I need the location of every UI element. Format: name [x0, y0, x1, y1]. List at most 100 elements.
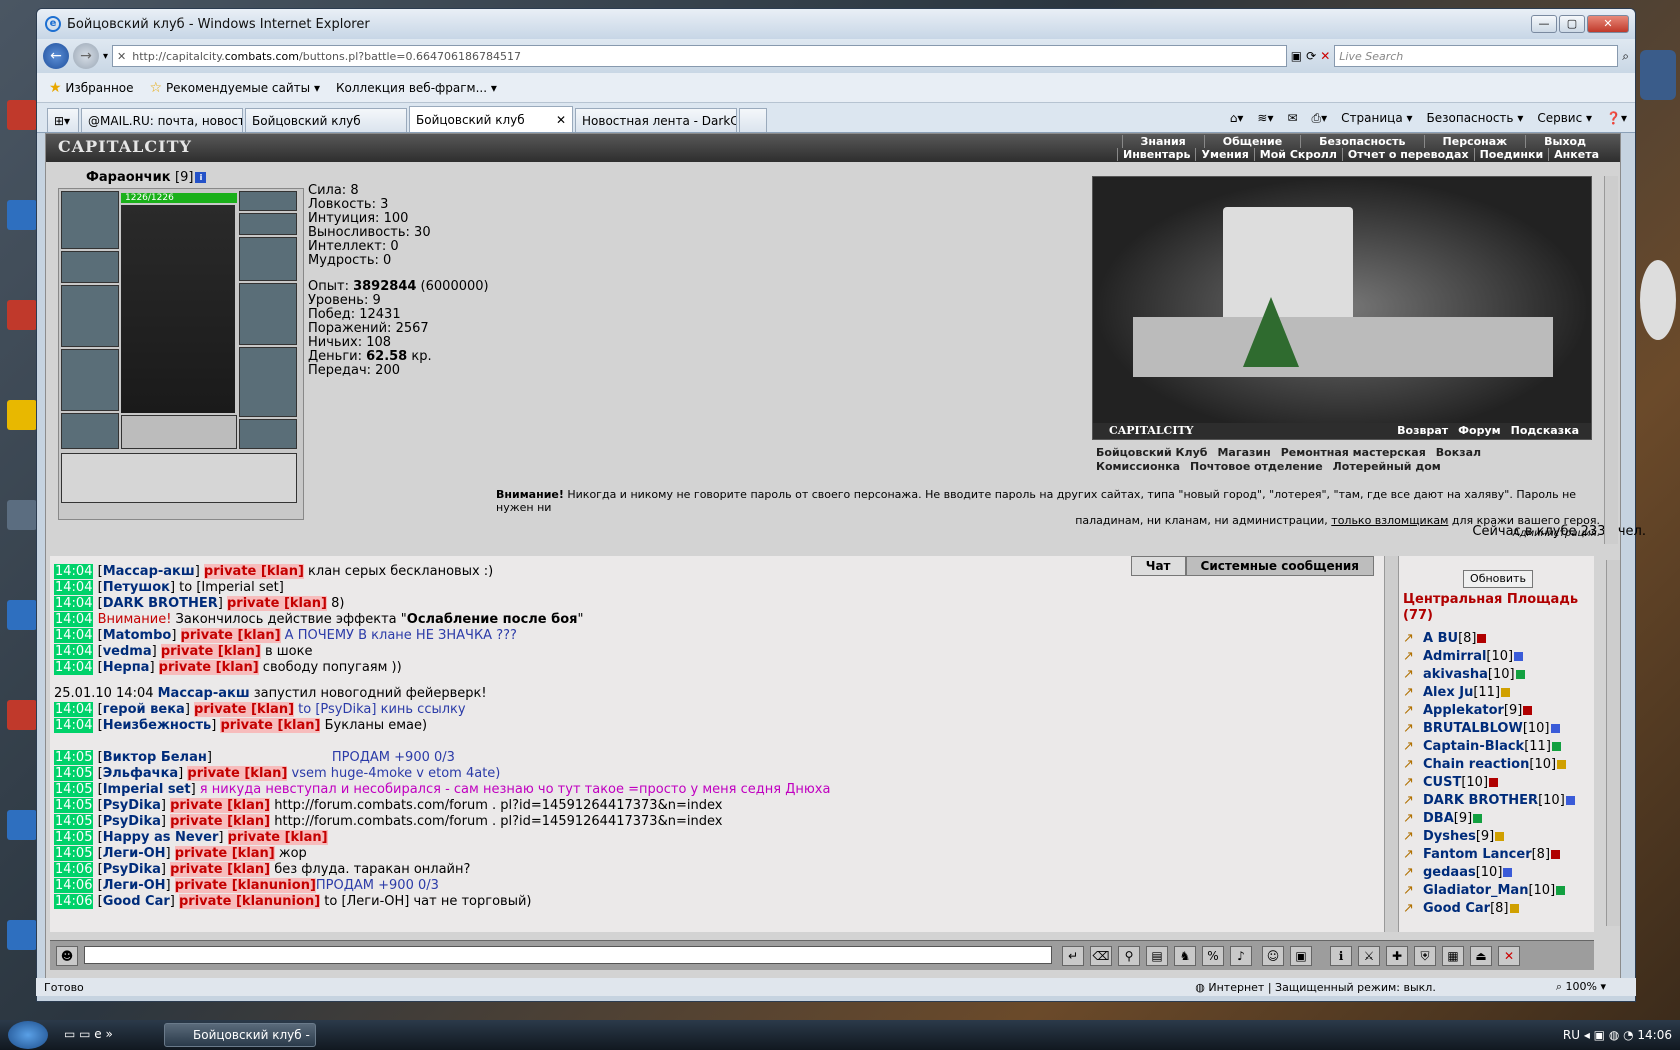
stop-icon[interactable]: ✕: [1320, 49, 1330, 63]
private-arrow-icon[interactable]: ↗: [1403, 702, 1423, 720]
chat-time[interactable]: 14:04: [54, 660, 94, 675]
close-button[interactable]: ✕: [1587, 15, 1629, 33]
earrings-slot[interactable]: [239, 191, 297, 211]
back-button[interactable]: ←: [43, 43, 69, 69]
history-dropdown-icon[interactable]: ▾: [103, 51, 108, 62]
private-tag[interactable]: private [klan]: [226, 596, 327, 611]
chat-nick[interactable]: PsyDika: [103, 814, 161, 829]
clan-badge-icon[interactable]: [1501, 688, 1511, 697]
view-hint-link[interactable]: Подсказка: [1511, 424, 1579, 437]
view-forum-link[interactable]: Форум: [1458, 424, 1501, 437]
user-name[interactable]: Fantom Lancer: [1423, 847, 1532, 862]
view-back-link[interactable]: Возврат: [1397, 424, 1448, 437]
tab-system-messages[interactable]: Системные сообщения: [1185, 556, 1374, 576]
pocket-slots[interactable]: [121, 415, 237, 449]
nav-exit[interactable]: Выход: [1525, 135, 1604, 148]
maximize-button[interactable]: ▢: [1559, 15, 1585, 33]
legs-slot[interactable]: [239, 347, 297, 417]
clock-gadget[interactable]: [1640, 260, 1676, 340]
christmas-tree[interactable]: [1243, 297, 1299, 367]
user-name[interactable]: Applekator: [1423, 703, 1504, 718]
url-field[interactable]: ✕ http://capitalcity. combats.com/buttons…: [112, 45, 1287, 67]
chat-nick[interactable]: DARK BROTHER: [103, 596, 218, 611]
nav-fights[interactable]: Поединки: [1473, 148, 1549, 161]
security-menu[interactable]: Безопасность ▾: [1427, 111, 1524, 125]
nav-communication[interactable]: Общение: [1203, 135, 1300, 148]
private-arrow-icon[interactable]: ↗: [1403, 684, 1423, 702]
weather-gadget[interactable]: [1640, 50, 1676, 100]
chat-mode-icon[interactable]: ▣: [1290, 946, 1312, 966]
city-view[interactable]: CAPITALCITY Возврат Форум Подсказка: [1092, 176, 1592, 440]
nav-knowledge[interactable]: Знания: [1121, 135, 1204, 148]
place-station[interactable]: Вокзал: [1436, 446, 1481, 459]
close-chat-icon[interactable]: ✕: [1498, 946, 1520, 966]
user-name[interactable]: DARK BROTHER: [1423, 793, 1538, 808]
helmet-slot[interactable]: [61, 191, 119, 249]
private-arrow-icon[interactable]: ↗: [1403, 720, 1423, 738]
fighter-icon[interactable]: ♞: [1174, 946, 1196, 966]
chat-nick[interactable]: Леги-ОН: [103, 846, 166, 861]
place-repair[interactable]: Ремонтная мастерская: [1281, 446, 1426, 459]
gloves-slot[interactable]: [239, 237, 297, 281]
boots-slot[interactable]: [239, 419, 297, 449]
private-tag[interactable]: private [klan]: [227, 830, 328, 845]
desktop-icon[interactable]: [4, 300, 40, 332]
chat-time[interactable]: 14:05: [54, 846, 94, 861]
clan-badge-icon[interactable]: [1565, 796, 1575, 805]
private-arrow-icon[interactable]: ↗: [1403, 630, 1423, 648]
chat-nick[interactable]: Нерпа: [103, 660, 150, 675]
user-name[interactable]: Good Car: [1423, 901, 1490, 916]
clan-badge-icon[interactable]: [1556, 886, 1566, 895]
inventory-action-icon[interactable]: ▦: [1442, 946, 1464, 966]
private-tag[interactable]: private [klan]: [170, 814, 271, 829]
desktop-icon[interactable]: [4, 100, 40, 132]
chat-nick[interactable]: Good Car: [103, 894, 170, 909]
private-tag[interactable]: private [klan]: [160, 644, 261, 659]
quick-launch-icons[interactable]: ▭ ▭ e »: [64, 1027, 113, 1041]
private-tag[interactable]: private [klan]: [174, 846, 275, 861]
search-icon[interactable]: ⌕: [1622, 49, 1629, 64]
user-name[interactable]: Captain-Black: [1423, 739, 1524, 754]
bracers-slot[interactable]: [61, 251, 119, 283]
warning-link[interactable]: только взломщикам: [1331, 514, 1448, 527]
desktop-icon[interactable]: [4, 810, 40, 842]
character-image[interactable]: [121, 205, 235, 413]
chat-time[interactable]: 14:04: [54, 612, 94, 627]
nav-character[interactable]: Персонаж: [1423, 135, 1526, 148]
private-arrow-icon[interactable]: ↗: [1403, 792, 1423, 810]
chat-nick[interactable]: Imperial set: [103, 782, 191, 797]
place-post[interactable]: Почтовое отделение: [1190, 460, 1323, 473]
zoom-control[interactable]: ⌕ 100% ▾: [1556, 980, 1606, 994]
nav-transfers[interactable]: Отчет о переводах: [1341, 148, 1474, 161]
help-icon[interactable]: ❓▾: [1606, 111, 1627, 125]
clan-badge-icon[interactable]: [1503, 868, 1513, 877]
quick-tabs-icon[interactable]: ⊞▾: [47, 108, 79, 132]
chat-nick[interactable]: Петушок: [103, 580, 170, 595]
chat-time[interactable]: 14:04: [54, 718, 94, 733]
save-icon[interactable]: ▤: [1146, 946, 1168, 966]
recommended-sites-button[interactable]: ☆ Рекомендуемые сайты ▾: [150, 80, 320, 96]
chat-nick[interactable]: Эльфачка: [103, 766, 178, 781]
refresh-icon[interactable]: ⟳: [1306, 49, 1316, 63]
userlist-scrollbar[interactable]: [1606, 560, 1620, 926]
chat-time[interactable]: 14:06: [54, 894, 94, 909]
info-icon[interactable]: i: [195, 172, 207, 183]
user-name[interactable]: Alex Ju: [1423, 685, 1473, 700]
char-name-text[interactable]: Фараончик: [86, 170, 171, 185]
chat-time[interactable]: 14:06: [54, 862, 94, 877]
tab-chat[interactable]: Чат: [1130, 556, 1186, 576]
tab-news[interactable]: Новостная лента - DarkCl...: [575, 108, 737, 132]
clan-badge-icon[interactable]: [1551, 742, 1561, 751]
exit-action-icon[interactable]: ⏏: [1470, 946, 1492, 966]
private-tag[interactable]: private [klan]: [187, 766, 288, 781]
user-name[interactable]: Admirral: [1423, 649, 1486, 664]
user-name[interactable]: BRUTALBLOW: [1423, 721, 1523, 736]
nav-security[interactable]: Безопасность: [1300, 135, 1423, 148]
chat-time[interactable]: 14:05: [54, 766, 94, 781]
chat-time[interactable]: 14:04: [54, 644, 94, 659]
private-tag[interactable]: private [klan]: [194, 702, 295, 717]
chat-nick[interactable]: Леги-ОН: [103, 878, 166, 893]
feeds-icon[interactable]: ≋▾: [1257, 111, 1273, 125]
chat-time[interactable]: 14:04: [54, 702, 94, 717]
private-tag[interactable]: private [klan]: [170, 798, 271, 813]
